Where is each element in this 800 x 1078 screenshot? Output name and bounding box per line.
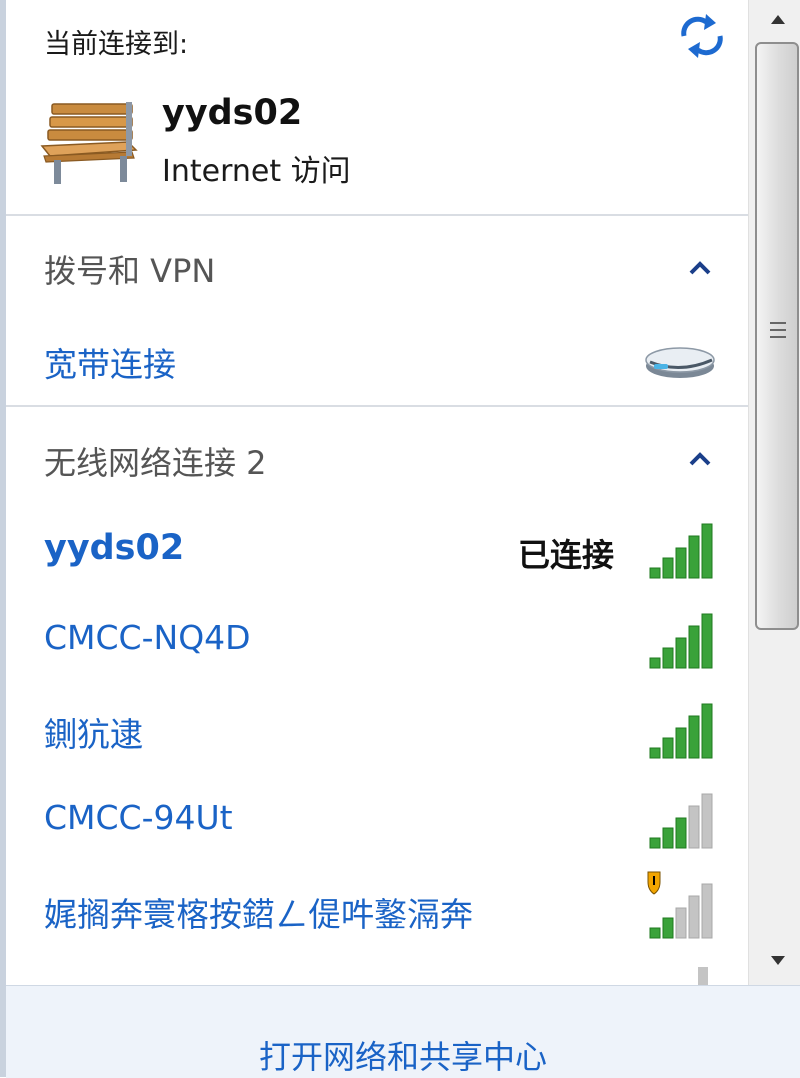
open-network-sharing-center-link[interactable]: 打开网络和共享中心 bbox=[6, 1032, 800, 1078]
bench-icon bbox=[40, 102, 138, 184]
dialup-vpn-section-title: 拨号和 VPN bbox=[44, 252, 216, 290]
connected-status-label: 已连接 bbox=[518, 536, 615, 574]
thumb-grip bbox=[770, 336, 786, 338]
signal-strength-icon bbox=[649, 613, 713, 669]
wireless-network-item[interactable]: 娓搁奔寰楁按鍣ㄥ偍吽鐜滆奔 bbox=[6, 870, 748, 950]
scrollbar[interactable] bbox=[748, 0, 800, 985]
refresh-icon[interactable] bbox=[676, 10, 728, 62]
signal-bar bbox=[649, 567, 661, 579]
signal-bar bbox=[662, 557, 674, 579]
network-name: yyds02 bbox=[44, 528, 185, 568]
signal-bar bbox=[649, 747, 661, 759]
divider bbox=[6, 405, 748, 407]
network-item-partial[interactable] bbox=[6, 955, 748, 985]
signal-bar bbox=[675, 817, 687, 849]
signal-bar bbox=[688, 625, 700, 669]
network-flyout: 当前连接到: yyds02 Internet 访问 拨号和 VPN 宽带连接 无… bbox=[0, 0, 800, 1078]
scroll-up-arrow-icon[interactable] bbox=[749, 0, 800, 38]
currently-connected-label: 当前连接到: bbox=[44, 29, 189, 60]
signal-bar bbox=[662, 917, 674, 939]
signal-bar bbox=[701, 793, 713, 849]
signal-bar bbox=[688, 895, 700, 939]
signal-bar bbox=[688, 805, 700, 849]
signal-strength-icon bbox=[649, 793, 713, 849]
signal-bar bbox=[675, 547, 687, 579]
signal-bar bbox=[662, 647, 674, 669]
thumb-grip bbox=[770, 329, 786, 331]
signal-bar bbox=[701, 703, 713, 759]
network-name: CMCC-NQ4D bbox=[44, 618, 251, 657]
wireless-section-title: 无线网络连接 2 bbox=[44, 444, 267, 482]
signal-bar bbox=[675, 637, 687, 669]
current-network-status: Internet 访问 bbox=[162, 154, 351, 189]
signal-bar bbox=[675, 907, 687, 939]
warning-mark bbox=[653, 876, 655, 885]
thumb-grip bbox=[770, 322, 786, 324]
scrollbar-thumb[interactable] bbox=[755, 42, 799, 630]
signal-bar bbox=[675, 727, 687, 759]
chevron-up-icon[interactable] bbox=[684, 256, 716, 280]
broadband-connection-label: 宽带连接 bbox=[44, 345, 176, 384]
wireless-network-item[interactable]: 鍘犺逮 bbox=[6, 690, 748, 770]
signal-bar bbox=[688, 715, 700, 759]
signal-bar bbox=[649, 657, 661, 669]
scroll-down-arrow-icon[interactable] bbox=[749, 938, 800, 984]
signal-bar bbox=[688, 535, 700, 579]
signal-strength-icon bbox=[698, 967, 708, 985]
signal-bar bbox=[649, 927, 661, 939]
divider bbox=[6, 214, 748, 216]
signal-bar bbox=[701, 613, 713, 669]
network-name: CMCC-94Ut bbox=[44, 798, 233, 837]
signal-bar bbox=[662, 737, 674, 759]
signal-strength-icon bbox=[649, 523, 713, 579]
broadband-modem-icon bbox=[645, 347, 715, 378]
signal-bar bbox=[701, 523, 713, 579]
flyout-footer: 打开网络和共享中心 bbox=[6, 985, 800, 1078]
signal-strength-icon bbox=[649, 703, 713, 759]
network-name: 娓搁奔寰楁按鍣ㄥ偍吽鐜滆奔 bbox=[44, 895, 473, 934]
current-network-name: yyds02 bbox=[162, 93, 303, 133]
wireless-network-item[interactable]: yyds02 已连接 bbox=[6, 510, 748, 590]
wireless-network-item[interactable]: CMCC-94Ut bbox=[6, 780, 748, 860]
signal-bar bbox=[662, 827, 674, 849]
signal-bar bbox=[701, 883, 713, 939]
wireless-network-item[interactable]: CMCC-NQ4D bbox=[6, 600, 748, 680]
chevron-up-icon[interactable] bbox=[684, 447, 716, 471]
network-name: 鍘犺逮 bbox=[44, 715, 143, 754]
broadband-connection-item[interactable]: 宽带连接 bbox=[6, 320, 748, 400]
network-list-area: 当前连接到: yyds02 Internet 访问 拨号和 VPN 宽带连接 无… bbox=[6, 0, 748, 985]
signal-bar bbox=[649, 837, 661, 849]
signal-strength-icon bbox=[647, 871, 713, 939]
